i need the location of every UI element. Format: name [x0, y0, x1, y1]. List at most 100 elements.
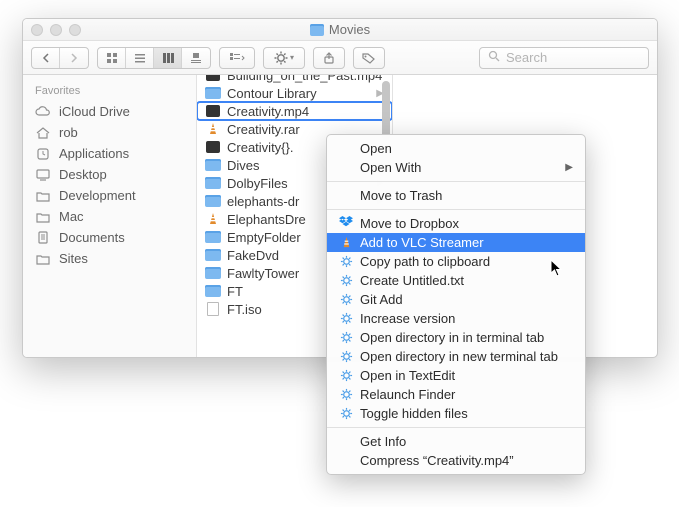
- view-switcher: [97, 47, 211, 69]
- menu-item-label: Move to Trash: [360, 188, 442, 203]
- sidebar-item-desktop[interactable]: Desktop: [23, 164, 196, 185]
- menu-item[interactable]: Add to VLC Streamer: [327, 233, 585, 252]
- folder-icon: [205, 158, 221, 172]
- menu-item[interactable]: Git Add: [327, 290, 585, 309]
- folder-icon: [35, 210, 51, 224]
- menu-item-label: Create Untitled.txt: [360, 273, 464, 288]
- sidebar-item-mac[interactable]: Mac: [23, 206, 196, 227]
- folder-icon: [205, 248, 221, 262]
- file-name: Creativity{}.: [227, 140, 293, 155]
- menu-separator: [327, 427, 585, 428]
- menu-item-label: Open With: [360, 160, 421, 175]
- menu-item-label: Open in TextEdit: [360, 368, 455, 383]
- sidebar-item-documents[interactable]: Documents: [23, 227, 196, 248]
- file-name: FT.iso: [227, 302, 262, 317]
- toolbar: ▾ Search: [23, 41, 657, 75]
- sidebar-item-label: iCloud Drive: [59, 104, 130, 119]
- menu-item[interactable]: Compress “Creativity.mp4”: [327, 451, 585, 470]
- menu-item-label: Open directory in new terminal tab: [360, 349, 558, 364]
- window-title-text: Movies: [329, 22, 370, 37]
- menu-item[interactable]: Copy path to clipboard: [327, 252, 585, 271]
- folder-icon: [205, 230, 221, 244]
- icon-view-button[interactable]: [98, 48, 126, 68]
- menu-item[interactable]: Move to Dropbox: [327, 214, 585, 233]
- menu-item[interactable]: Toggle hidden files: [327, 404, 585, 423]
- menu-item-label: Compress “Creativity.mp4”: [360, 453, 514, 468]
- gear-icon: [339, 255, 353, 269]
- file-item[interactable]: Contour Library▶: [197, 84, 392, 102]
- menu-item[interactable]: Open directory in in terminal tab: [327, 328, 585, 347]
- file-name: Contour Library: [227, 86, 317, 101]
- sidebar-item-label: Desktop: [59, 167, 107, 182]
- file-item[interactable]: Creativity.mp4: [197, 102, 392, 120]
- search-input[interactable]: Search: [479, 47, 649, 69]
- file-item[interactable]: Building_on_the_Past.mp4: [197, 75, 392, 84]
- column-view-button[interactable]: [154, 48, 182, 68]
- menu-item-label: Increase version: [360, 311, 455, 326]
- sidebar-item-label: rob: [59, 125, 78, 140]
- share-button[interactable]: [313, 47, 345, 69]
- cone-icon: [339, 236, 353, 250]
- context-menu: Open Open With ▶ Move to Trash Move to Dropb…: [326, 134, 586, 475]
- folder-icon: [310, 24, 324, 36]
- titlebar[interactable]: Movies: [23, 19, 657, 41]
- forward-button[interactable]: [60, 48, 88, 68]
- desktop-icon: [35, 168, 51, 182]
- folder-icon: [205, 284, 221, 298]
- submenu-arrow-icon: ▶: [565, 162, 573, 173]
- search-icon: [488, 50, 500, 65]
- file-name: elephants-dr: [227, 194, 299, 209]
- sidebar-item-development[interactable]: Development: [23, 185, 196, 206]
- menu-item[interactable]: Get Info: [327, 432, 585, 451]
- coverflow-view-button[interactable]: [182, 48, 210, 68]
- list-view-button[interactable]: [126, 48, 154, 68]
- tags-button[interactable]: [353, 47, 385, 69]
- menu-item[interactable]: Relaunch Finder: [327, 385, 585, 404]
- sidebar-item-label: Sites: [59, 251, 88, 266]
- menu-item-label: Add to VLC Streamer: [360, 235, 484, 250]
- search-placeholder: Search: [506, 50, 547, 65]
- file-name: DolbyFiles: [227, 176, 288, 191]
- gear-icon: [339, 293, 353, 307]
- action-button[interactable]: ▾: [263, 47, 305, 69]
- sidebar-item-label: Documents: [59, 230, 125, 245]
- menu-item-label: Open directory in in terminal tab: [360, 330, 544, 345]
- sidebar-item-label: Mac: [59, 209, 84, 224]
- menu-item[interactable]: Create Untitled.txt: [327, 271, 585, 290]
- file-name: EmptyFolder: [227, 230, 301, 245]
- gear-icon: [339, 331, 353, 345]
- sidebar-heading: Favorites: [23, 83, 196, 101]
- home-icon: [35, 126, 51, 140]
- doc-icon: [205, 302, 221, 316]
- menu-item-label: Git Add: [360, 292, 403, 307]
- menu-item-label: Open: [360, 141, 392, 156]
- sidebar-item-icloud-drive[interactable]: iCloud Drive: [23, 101, 196, 122]
- folder-icon: [35, 189, 51, 203]
- file-name: Dives: [227, 158, 260, 173]
- arrange-button[interactable]: [219, 47, 255, 69]
- menu-item[interactable]: Open directory in new terminal tab: [327, 347, 585, 366]
- sidebar: Favorites iCloud Drive rob Applications Des…: [23, 75, 197, 357]
- vid-icon: [205, 140, 221, 154]
- back-button[interactable]: [32, 48, 60, 68]
- sidebar-item-sites[interactable]: Sites: [23, 248, 196, 269]
- gear-icon: [339, 407, 353, 421]
- folder-icon: [205, 176, 221, 190]
- file-name: FT: [227, 284, 243, 299]
- nav-buttons: [31, 47, 89, 69]
- sidebar-item-rob[interactable]: rob: [23, 122, 196, 143]
- menu-item[interactable]: Move to Trash: [327, 186, 585, 205]
- gear-icon: [339, 312, 353, 326]
- menu-item[interactable]: Increase version: [327, 309, 585, 328]
- menu-item-label: Relaunch Finder: [360, 387, 455, 402]
- menu-separator: [327, 181, 585, 182]
- menu-item[interactable]: Open: [327, 139, 585, 158]
- folder-icon: [205, 266, 221, 280]
- menu-item[interactable]: Open in TextEdit: [327, 366, 585, 385]
- app-icon: [35, 147, 51, 161]
- scrollbar-thumb[interactable]: [382, 81, 390, 141]
- file-name: ElephantsDre: [227, 212, 306, 227]
- menu-item[interactable]: Open With ▶: [327, 158, 585, 177]
- sidebar-item-applications[interactable]: Applications: [23, 143, 196, 164]
- gear-icon: [339, 274, 353, 288]
